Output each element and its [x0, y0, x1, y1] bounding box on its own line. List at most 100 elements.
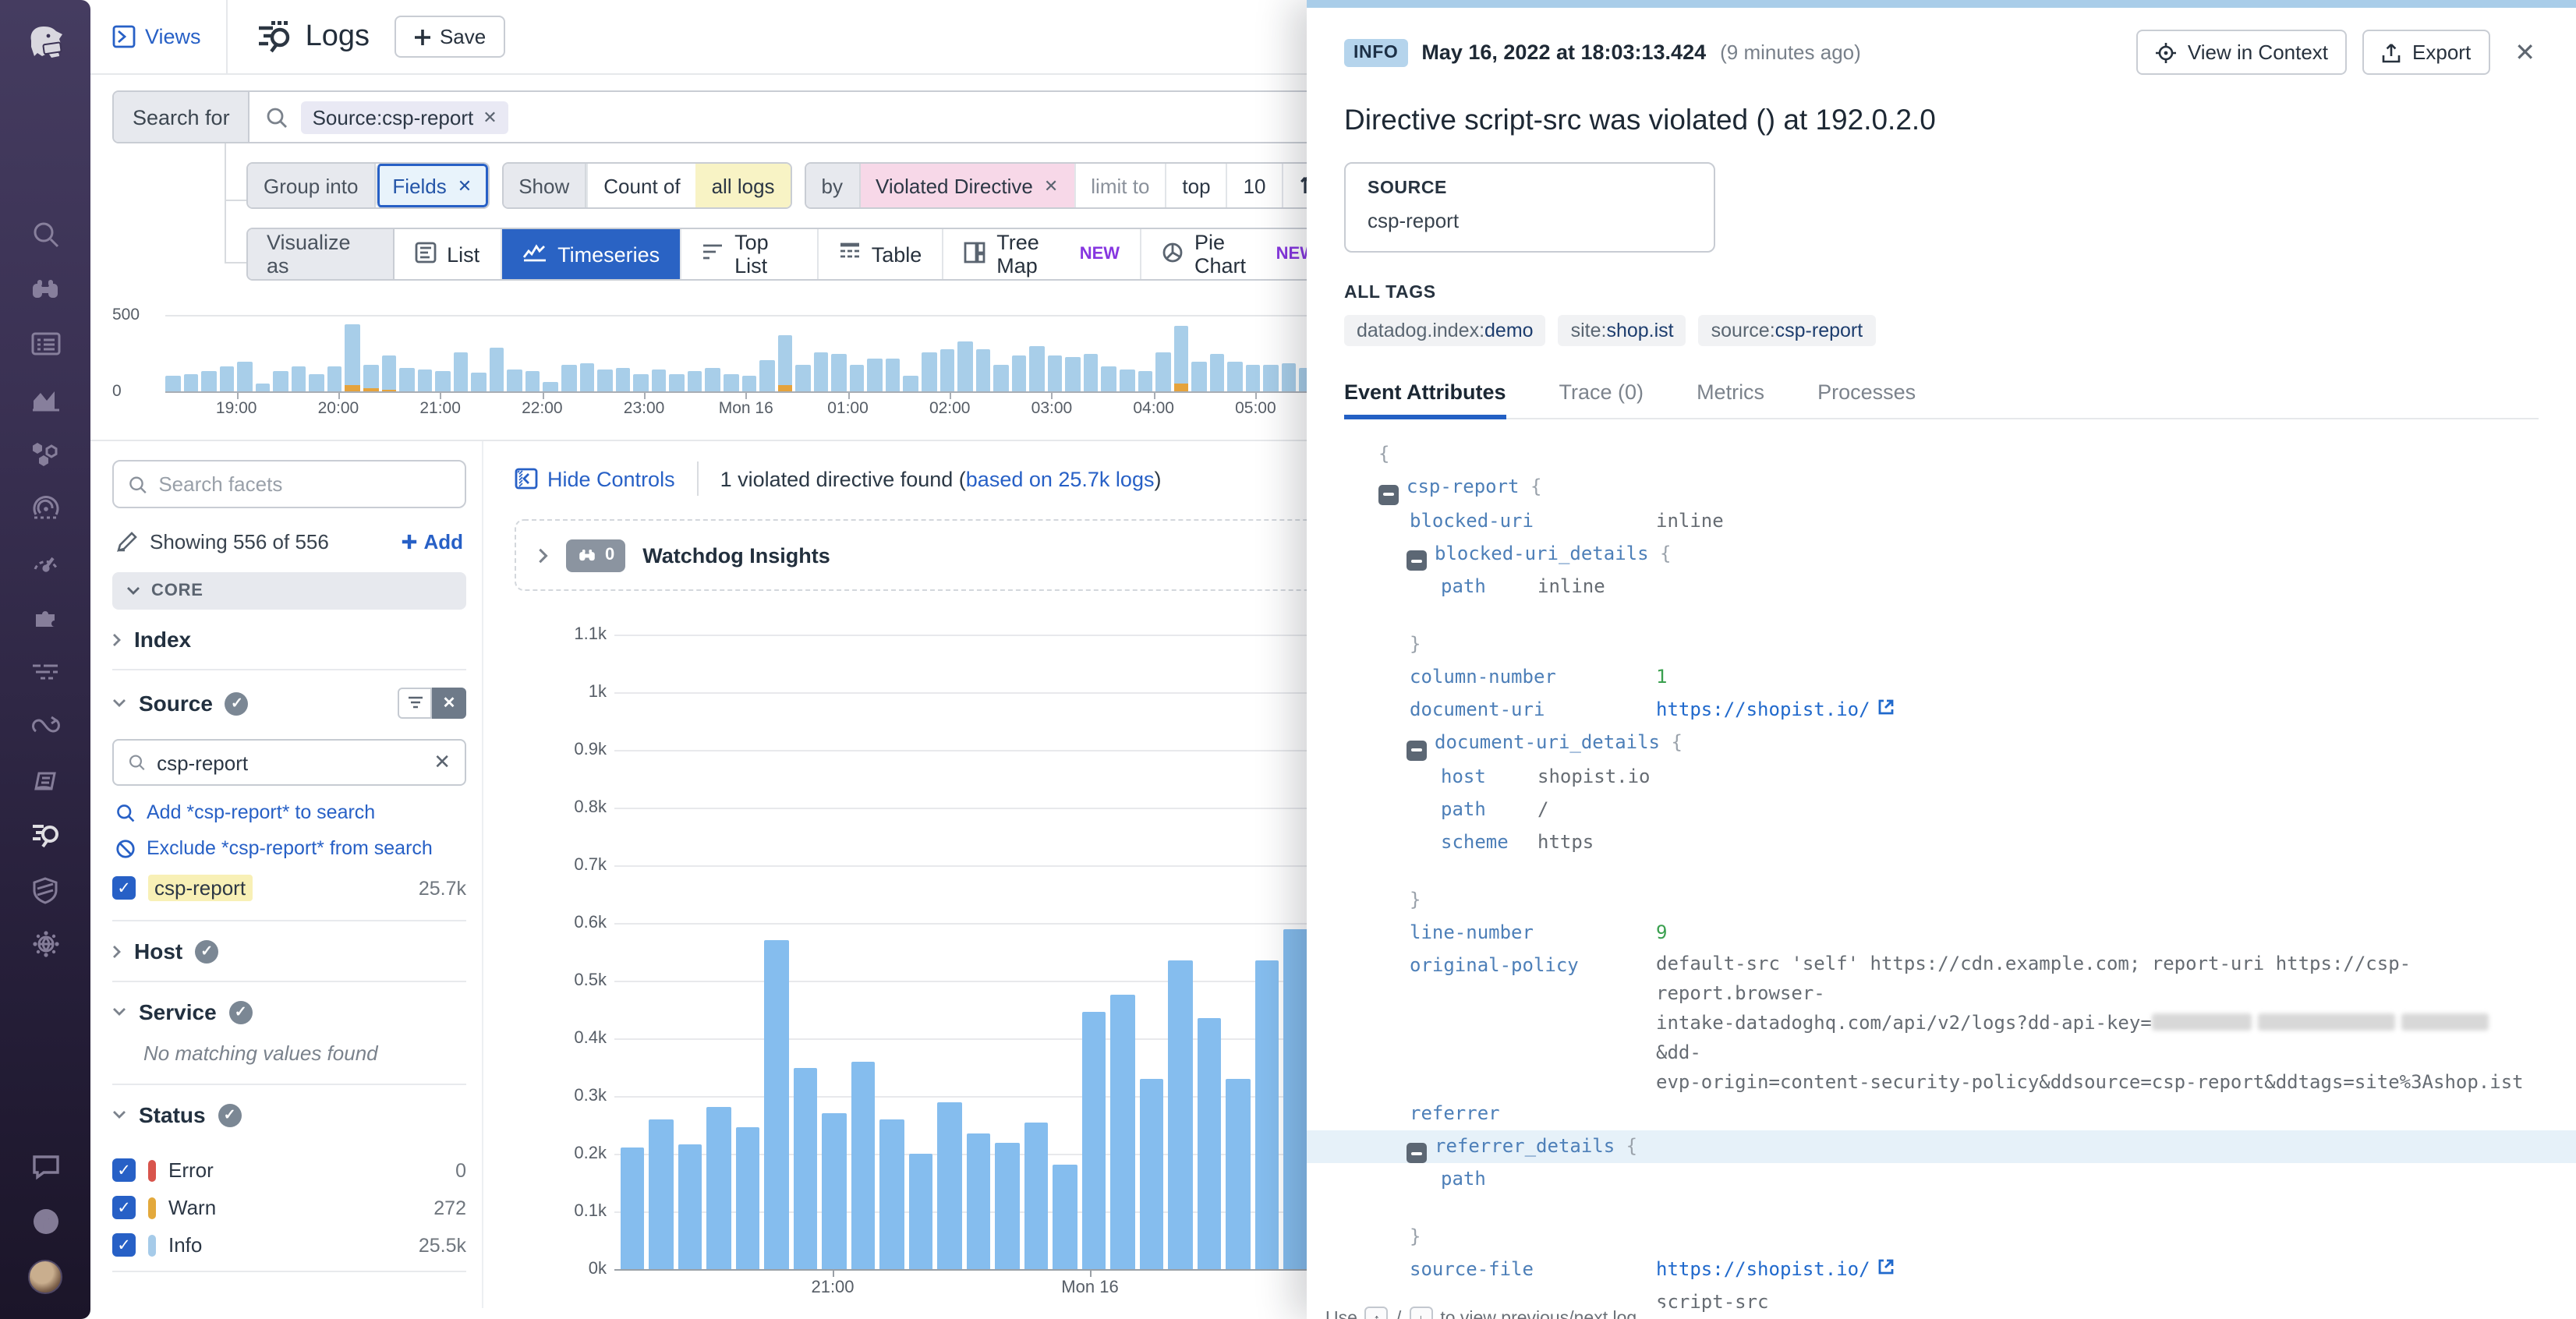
chart-bar[interactable]	[1226, 1079, 1250, 1269]
chart-bar[interactable]	[996, 1142, 1020, 1269]
tree-row-column-number[interactable]: column-number1	[1344, 661, 2539, 694]
chart-bar[interactable]	[1283, 928, 1307, 1269]
mini-bar[interactable]	[327, 366, 342, 391]
mini-bar[interactable]	[922, 352, 936, 391]
mini-bar[interactable]	[868, 358, 883, 391]
mini-bar[interactable]	[1282, 363, 1297, 391]
tag-pill[interactable]: site:shop.ist	[1559, 315, 1686, 346]
mini-bar[interactable]	[1173, 325, 1188, 391]
chat-icon[interactable]	[17, 1140, 73, 1194]
by-facet-control[interactable]: by Violated Directive ✕ limit to top 10	[805, 162, 1336, 209]
monitors-icon[interactable]	[17, 535, 73, 589]
mini-bar[interactable]	[975, 349, 990, 391]
tree-row-referrer[interactable]: referrer	[1344, 1097, 2539, 1130]
facet-search-box[interactable]	[112, 460, 466, 508]
show-measure-control[interactable]: Show Count of all logs	[501, 162, 791, 209]
dashboards-icon[interactable]	[17, 316, 73, 371]
facet-search-input[interactable]	[158, 472, 451, 496]
hide-controls-button[interactable]: Hide Controls	[515, 467, 675, 490]
mini-bar[interactable]	[633, 373, 648, 391]
mini-bar[interactable]	[670, 374, 685, 391]
chart-bar[interactable]	[1024, 1122, 1049, 1269]
export-button[interactable]: Export	[2362, 30, 2489, 75]
chart-bar[interactable]	[765, 940, 789, 1269]
json-value[interactable]: https://shopist.io/	[1656, 698, 1870, 720]
tree-row-line-number[interactable]: line-number9	[1344, 916, 2539, 949]
mini-bar[interactable]	[1048, 355, 1063, 391]
mini-bar[interactable]	[525, 371, 540, 391]
json-key[interactable]: referrer	[1410, 1097, 1656, 1130]
tree-row-original-policy[interactable]: original-policydefault-src 'self' https:…	[1344, 949, 2539, 1097]
chart-bar[interactable]	[736, 1128, 760, 1269]
mini-bar[interactable]	[417, 370, 432, 391]
synthetics-icon[interactable]	[17, 698, 73, 753]
help-icon[interactable]: ?	[17, 1194, 73, 1249]
mini-bar[interactable]	[219, 366, 234, 391]
mini-bars[interactable]	[165, 315, 1350, 391]
json-key[interactable]: document-uri_details	[1435, 731, 1660, 753]
user-avatar[interactable]	[17, 1249, 73, 1303]
viz-option-top-list[interactable]: Top List	[681, 229, 819, 279]
json-key[interactable]: host	[1441, 760, 1537, 793]
mini-bar[interactable]	[201, 371, 216, 391]
all-logs-value[interactable]: all logs	[696, 164, 791, 207]
mini-bar[interactable]	[886, 358, 901, 391]
chart-bar[interactable]	[1110, 995, 1134, 1270]
chart-plot-area[interactable]: 1.1k1k0.9k0.8k0.7k0.6k0.5k0.4k0.3k0.2k0.…	[614, 635, 1394, 1269]
json-key[interactable]: blocked-uri_details	[1435, 542, 1649, 564]
mini-bar[interactable]	[1120, 370, 1134, 391]
collapse-icon[interactable]	[1378, 484, 1399, 504]
json-key[interactable]: path	[1441, 793, 1537, 826]
mini-bar[interactable]	[1138, 371, 1152, 391]
viz-option-tree-map[interactable]: Tree MapNEW	[943, 229, 1141, 279]
views-button[interactable]: Views	[112, 25, 201, 48]
json-key[interactable]: csp-report	[1407, 476, 1520, 497]
viz-option-list[interactable]: List	[394, 229, 501, 279]
collapse-icon[interactable]	[1407, 1143, 1427, 1163]
source-value-search[interactable]: ✕	[112, 739, 466, 786]
exclude-from-search-link[interactable]: Exclude *csp-report* from search	[115, 837, 466, 859]
json-key[interactable]: blocked-uri	[1410, 504, 1656, 537]
mini-bar[interactable]	[237, 362, 252, 391]
json-key[interactable]: path	[1441, 571, 1537, 603]
mini-bar[interactable]	[724, 373, 738, 391]
status-row-info[interactable]: ✓Info25.5k	[112, 1233, 466, 1257]
facet-clear-filter-button[interactable]: ✕	[432, 688, 466, 719]
mini-plot-area[interactable]	[165, 315, 1350, 393]
tab-event-attributes[interactable]: Event Attributes	[1344, 380, 1506, 418]
datadog-logo-icon[interactable]	[17, 16, 73, 70]
mini-bar[interactable]	[165, 375, 180, 391]
chart-bars[interactable]	[621, 635, 1394, 1269]
watchdog-icon[interactable]	[17, 262, 73, 316]
tag-pill[interactable]: source:csp-report	[1699, 315, 1876, 346]
status-checkbox[interactable]: ✓	[112, 1158, 136, 1182]
json-key[interactable]: original-policy	[1410, 949, 1656, 981]
mini-bar[interactable]	[490, 347, 504, 391]
status-row-warn[interactable]: ✓Warn272	[112, 1196, 466, 1219]
tree-row-path[interactable]: path	[1344, 1163, 2539, 1196]
mini-bar[interactable]	[688, 371, 702, 391]
facet-source[interactable]: Source ✓ ✕	[112, 670, 466, 736]
chart-bar[interactable]	[909, 1154, 933, 1269]
tab-trace-0[interactable]: Trace (0)	[1559, 380, 1644, 418]
mini-bar[interactable]	[652, 369, 667, 391]
based-on-logs-link[interactable]: based on 25.7k logs	[966, 467, 1155, 490]
source-value-checkbox[interactable]: ✓	[112, 876, 136, 900]
mini-bar[interactable]	[399, 368, 414, 391]
violated-directive-chip[interactable]: Violated Directive ✕	[860, 164, 1074, 207]
chart-bar[interactable]	[823, 1113, 847, 1269]
json-key[interactable]: line-number	[1410, 916, 1656, 949]
collapse-icon[interactable]	[1407, 740, 1427, 760]
mini-bar[interactable]	[345, 324, 360, 391]
mini-bar[interactable]	[561, 365, 576, 391]
tree-row-source-file[interactable]: source-filehttps://shopist.io/	[1344, 1254, 2539, 1286]
facet-index[interactable]: Index	[112, 610, 466, 669]
pipelines-icon[interactable]	[17, 644, 73, 698]
add-to-search-link[interactable]: Add *csp-report* to search	[115, 801, 466, 823]
json-value[interactable]: https://shopist.io/	[1656, 1258, 1870, 1280]
ux-monitoring-icon[interactable]	[17, 917, 73, 971]
mini-bar[interactable]	[597, 370, 612, 391]
json-key[interactable]: referrer_details	[1435, 1134, 1615, 1156]
apm-icon[interactable]	[17, 480, 73, 535]
collapse-icon[interactable]	[1407, 550, 1427, 571]
